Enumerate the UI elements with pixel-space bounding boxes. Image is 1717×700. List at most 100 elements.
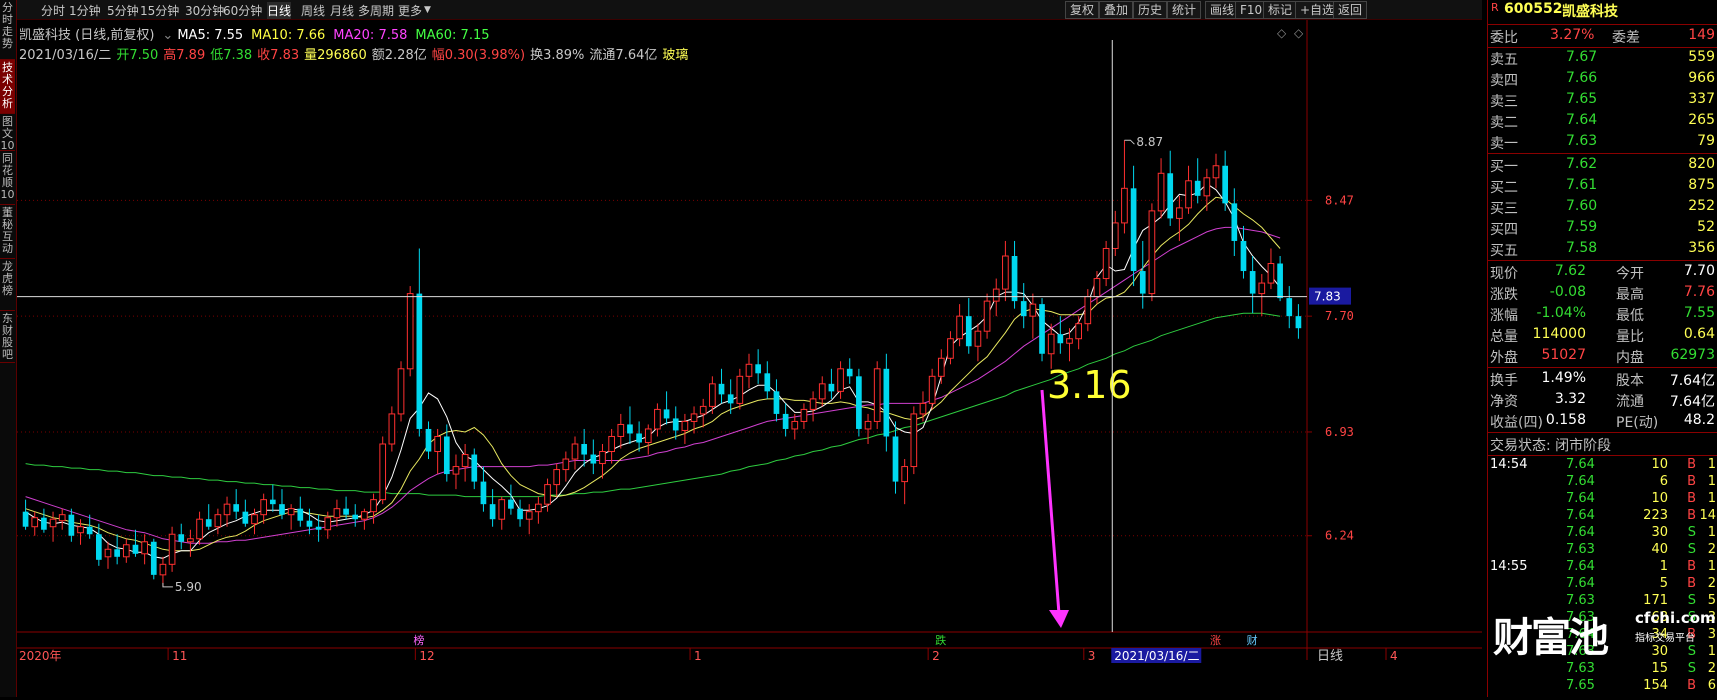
toolbar-button-6[interactable]: 标记 <box>1263 1 1298 19</box>
period-tab-8[interactable]: 月线 <box>330 2 354 19</box>
toolbar-button-4[interactable]: 画线 <box>1205 1 1240 19</box>
stat-row: 总量 114000 量比 0.64 <box>1488 325 1717 346</box>
tick-count: 2 <box>1707 542 1716 557</box>
left-tab-bar: 分时走势 技术分析 图文10 同花顺10 董秘互动 龙虎榜 东财股吧 <box>0 0 17 697</box>
x-tick-label: 11 <box>172 649 187 663</box>
toolbar-button-2[interactable]: 历史 <box>1133 1 1168 19</box>
left-tab-6[interactable]: 东财股吧 <box>0 311 15 363</box>
event-marker[interactable]: 涨 <box>1210 634 1221 647</box>
left-tab-1[interactable]: 技术分析 <box>0 60 15 114</box>
toolbar-button-1[interactable]: 叠加 <box>1099 1 1134 19</box>
candle <box>95 523 102 566</box>
candle <box>562 451 570 482</box>
candle <box>617 413 625 449</box>
tick-volume: 5 <box>1659 576 1668 591</box>
period-tab-3[interactable]: 15分钟 <box>140 2 179 19</box>
candle <box>352 504 359 527</box>
tick-price: 7.64 <box>1566 508 1595 523</box>
kline-chart-area[interactable]: 8.47 7.70 6.93 6.24 8.87 5.90 3.16 7.83 榜 跌 涨 财 2020… <box>17 20 1482 697</box>
bar-info-6: 额2.28亿 <box>371 48 427 63</box>
tick-row: 7.64 5 B 2 <box>1488 575 1717 592</box>
panel-separator <box>1488 432 1717 433</box>
stat-value: 51027 <box>1541 347 1586 363</box>
ask-label: 卖一 <box>1490 136 1518 152</box>
ask-volume: 966 <box>1688 70 1715 86</box>
bid-price: 7.62 <box>1566 156 1598 172</box>
toolbar-button-3[interactable]: 统计 <box>1167 1 1202 19</box>
period-tab-1[interactable]: 1分钟 <box>69 2 101 19</box>
bid-label: 买四 <box>1490 222 1518 238</box>
ask-price: 7.63 <box>1566 133 1598 149</box>
period-tab-7[interactable]: 周线 <box>301 2 325 19</box>
crosshair-price-label: 7.83 <box>1314 290 1341 304</box>
candle <box>1102 240 1110 287</box>
candle <box>159 556 167 587</box>
collapse-icon[interactable]: ◇ <box>1294 26 1303 40</box>
event-marker[interactable]: 财 <box>1247 633 1258 647</box>
tick-price: 7.64 <box>1566 525 1595 540</box>
candle <box>1157 158 1165 219</box>
left-tab-5[interactable]: 龙虎榜 <box>0 259 15 311</box>
fundamental-row: 换手 1.49% 股本 7.64亿 <box>1488 369 1717 390</box>
ask-price: 7.64 <box>1566 112 1598 128</box>
bid-row: 买四 7.59 52 <box>1488 218 1717 239</box>
ask-row: 卖一 7.63 79 <box>1488 132 1717 153</box>
x-tick-label: 4 <box>1390 649 1398 663</box>
period-tab-6[interactable]: 日线 <box>267 2 292 19</box>
candle <box>718 368 725 404</box>
left-tab-4[interactable]: 董秘互动 <box>0 205 15 259</box>
candle <box>636 421 642 452</box>
candle <box>1249 256 1256 314</box>
fundamental-row: 净资 3.32 流通 7.64亿 <box>1488 390 1717 411</box>
candle <box>333 499 341 527</box>
period-tab-0[interactable]: 分时 <box>41 2 65 19</box>
tick-side: B <box>1687 474 1696 489</box>
period-tab-10[interactable]: 更多 <box>398 2 422 19</box>
bid-label: 买二 <box>1490 180 1518 196</box>
weidiff-value: 149 <box>1688 27 1715 43</box>
candle <box>654 403 661 437</box>
candle <box>397 361 405 422</box>
x-tick-label: 2020年 <box>19 649 62 663</box>
candle <box>1020 283 1027 329</box>
crosshair-date-label: 2021/03/16/二 <box>1114 649 1199 663</box>
left-tab-2[interactable]: 图文10 <box>0 114 15 152</box>
panel-separator <box>1488 260 1717 261</box>
event-marker[interactable]: 榜 <box>413 633 424 647</box>
ask-row: 卖四 7.66 966 <box>1488 69 1717 90</box>
tick-count: 1 <box>1707 559 1716 574</box>
candle <box>928 368 936 410</box>
more-chevron-down-icon[interactable]: ▼ <box>424 5 431 15</box>
candle <box>525 504 533 535</box>
candle <box>663 391 670 425</box>
expand-icon[interactable]: ◇ <box>1277 26 1286 40</box>
candle <box>553 463 561 497</box>
chart-header-line2: 2021/03/16/二 开7.50 高7.89 低7.38 收7.83 量296860 额… <box>19 44 693 63</box>
stat-row: 现价 7.62 今开 7.70 <box>1488 262 1717 283</box>
stat-label-2: 最低 <box>1616 308 1644 324</box>
candle <box>1267 248 1275 290</box>
candle <box>791 413 799 440</box>
candle <box>68 508 75 542</box>
left-tab-0[interactable]: 分时走势 <box>0 0 15 60</box>
tick-row: 7.64 223 B 14 <box>1488 507 1717 524</box>
kline-chart[interactable]: 8.47 7.70 6.93 6.24 8.87 5.90 3.16 7.83 榜 跌 涨 财 2020… <box>17 20 1482 697</box>
candle <box>1148 203 1156 302</box>
ma-settings-chevron-icon[interactable]: ⌄ <box>162 28 173 43</box>
tick-price: 7.64 <box>1566 474 1595 489</box>
candle <box>1084 289 1092 332</box>
event-marker[interactable]: 跌 <box>935 633 946 647</box>
period-tab-2[interactable]: 5分钟 <box>107 2 139 19</box>
period-tab-9[interactable]: 多周期 <box>358 2 394 19</box>
toolbar-button-0[interactable]: 复权 <box>1065 1 1100 19</box>
fund-value-2: 7.64亿 <box>1669 394 1715 410</box>
candle <box>965 298 972 354</box>
left-tab-3[interactable]: 同花顺10 <box>0 151 15 205</box>
period-tab-4[interactable]: 30分钟 <box>185 2 224 19</box>
toolbar-button-8[interactable]: 返回 <box>1333 1 1368 19</box>
pointer-arrow <box>1040 389 1061 615</box>
candle <box>782 403 789 437</box>
period-tab-5[interactable]: 60分钟 <box>223 2 262 19</box>
candle <box>287 504 295 530</box>
fund-label-2: 股本 <box>1616 373 1644 389</box>
